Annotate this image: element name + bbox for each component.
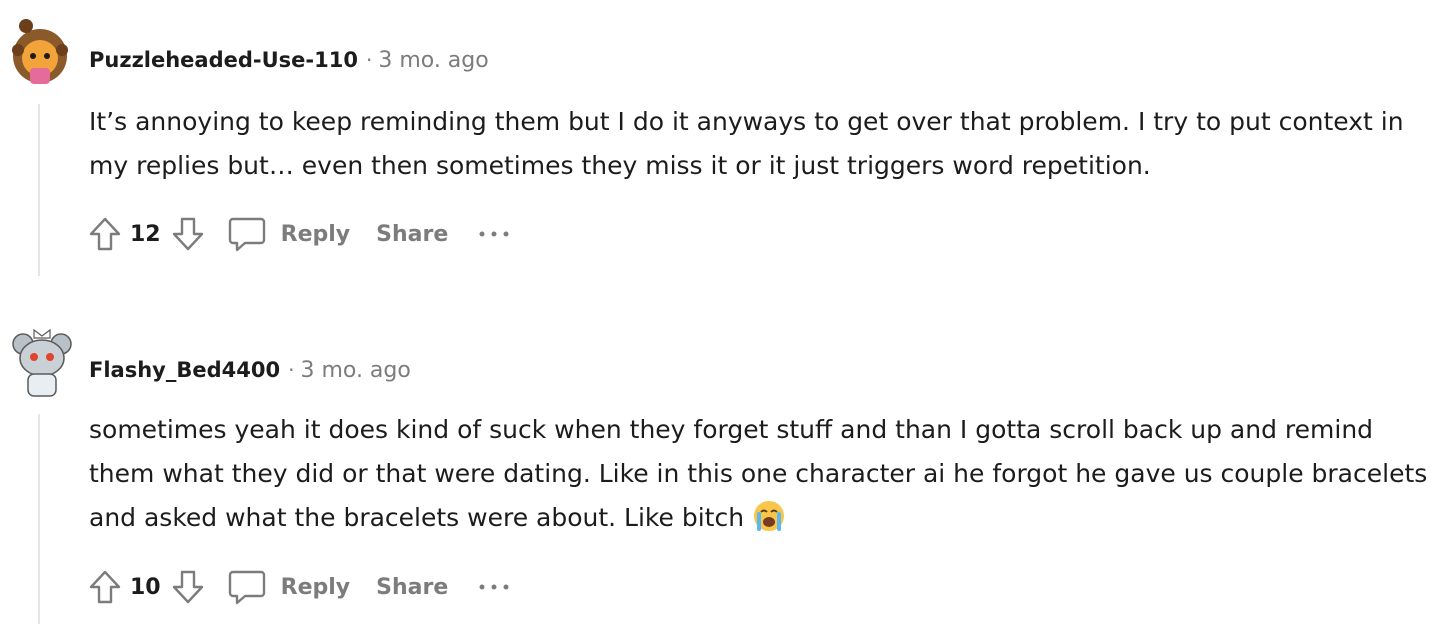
ellipsis-icon (479, 584, 509, 590)
vote-score: 10 (130, 574, 161, 600)
comment-meta: Flashy_Bed4400 · 3 mo. ago (89, 358, 411, 383)
reply-label: Reply (280, 574, 351, 600)
loudly-crying-face-emoji (752, 499, 786, 533)
avatar-icon (12, 328, 72, 397)
comment-actions: 10 Reply Share (86, 565, 514, 609)
arrow-up-icon[interactable] (86, 567, 124, 607)
author-name[interactable]: Flashy_Bed4400 (89, 358, 280, 382)
speech-bubble-icon (228, 570, 265, 605)
share-label: Share (376, 574, 449, 600)
meta-separator: · (288, 358, 295, 382)
more-options-button[interactable] (474, 572, 514, 602)
reply-button[interactable]: Reply (227, 567, 351, 607)
thread-line[interactable] (38, 414, 40, 624)
timestamp[interactable]: 3 mo. ago (300, 358, 410, 383)
arrow-down-icon[interactable] (169, 567, 207, 607)
share-button[interactable]: Share (376, 575, 448, 600)
comment-body: sometimes yeah it does kind of suck when… (89, 408, 1434, 540)
comment: Flashy_Bed4400 · 3 mo. ago sometimes yea… (0, 0, 1438, 624)
avatar[interactable] (10, 324, 72, 397)
